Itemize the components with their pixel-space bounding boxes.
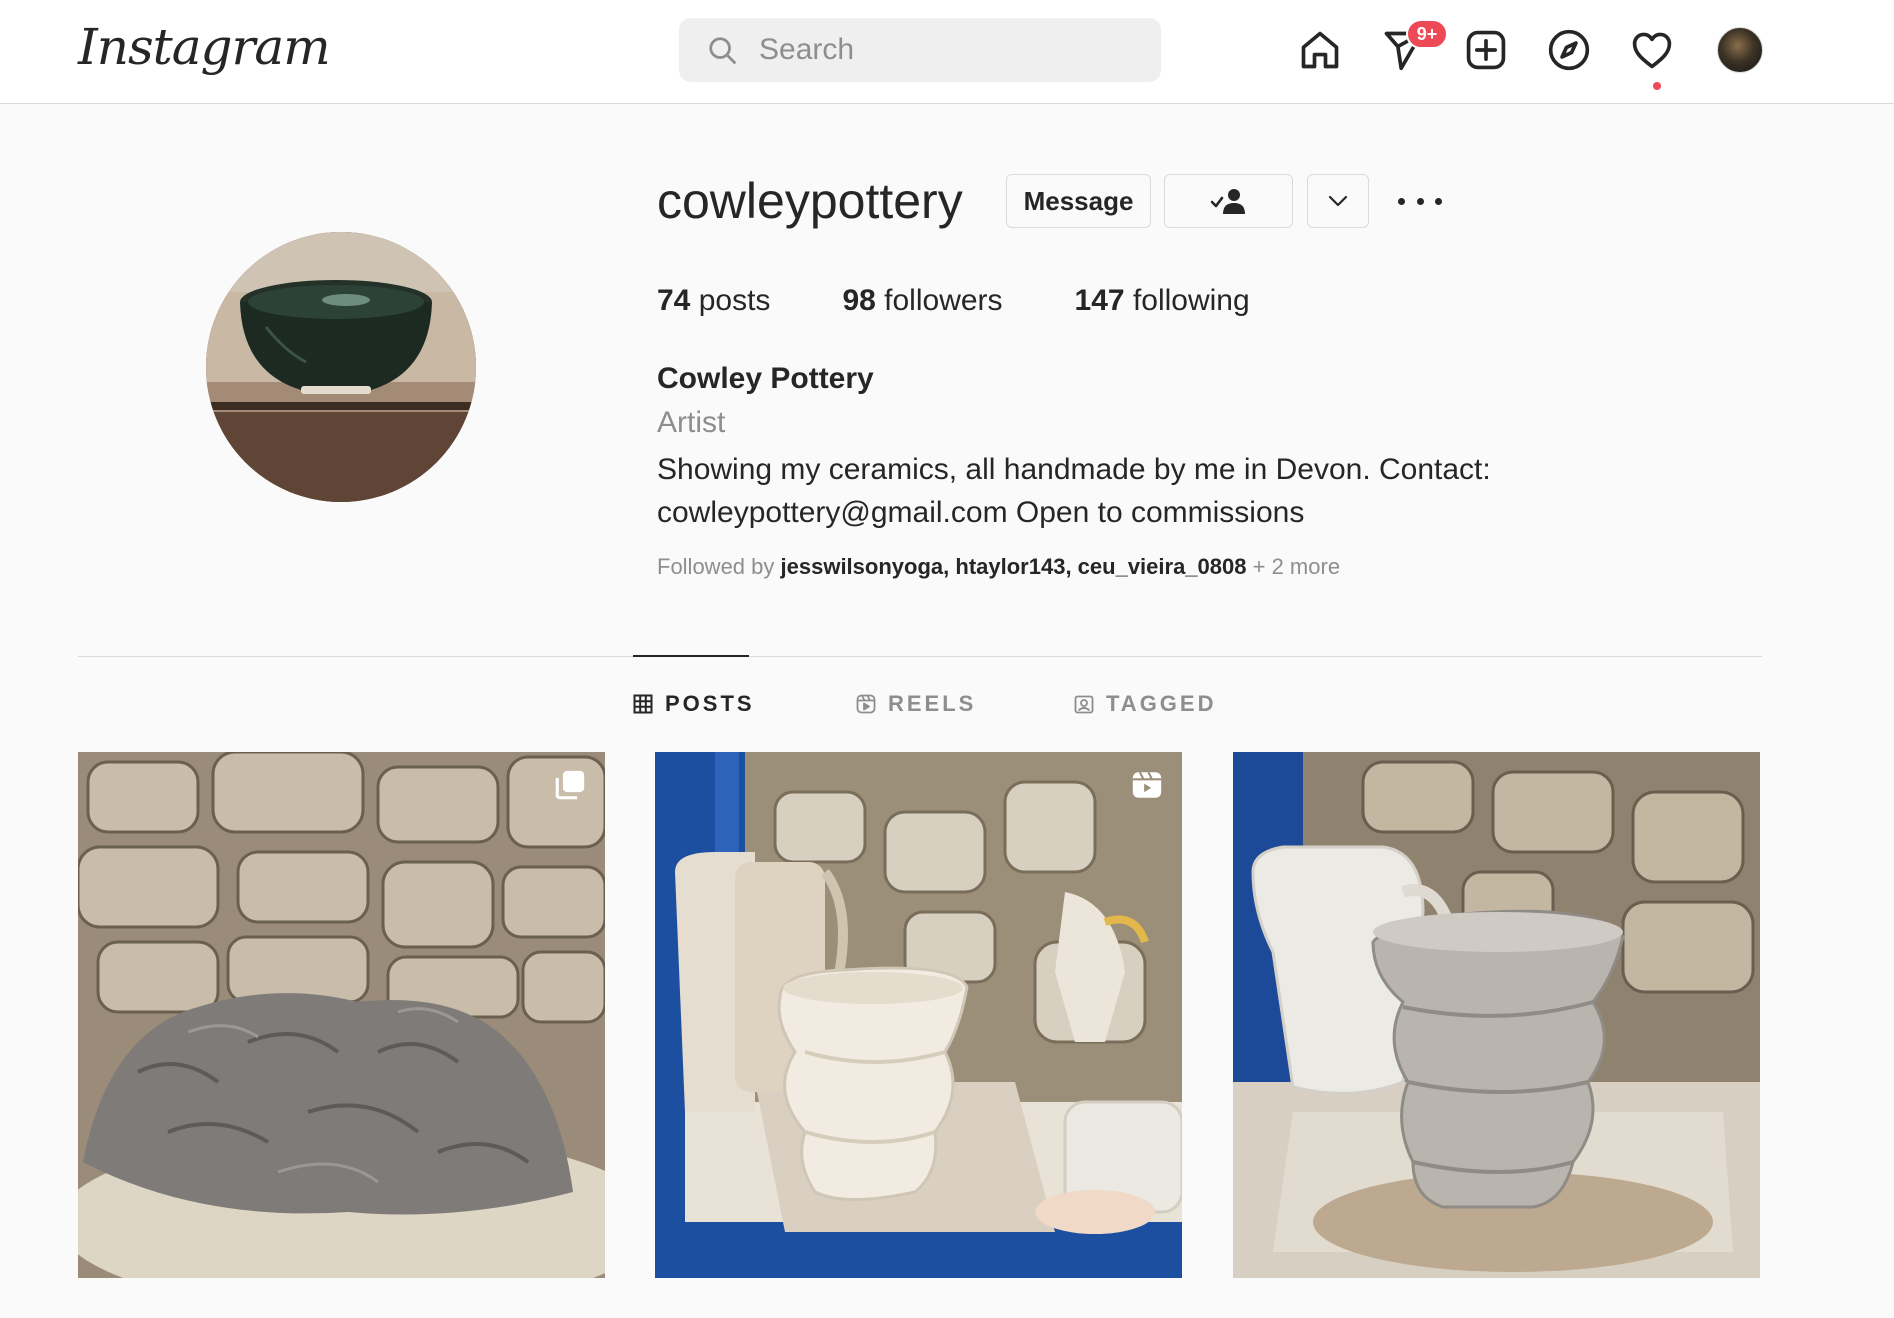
active-tab-indicator — [633, 655, 749, 657]
follower-link[interactable]: ceu_vieira_0808 — [1078, 554, 1247, 579]
following-count: 147 — [1074, 284, 1125, 317]
followed-by-more[interactable]: + 2 more — [1253, 554, 1340, 579]
user-following-icon — [1210, 189, 1245, 214]
explore-icon — [1548, 29, 1590, 71]
new-post-icon — [1466, 30, 1506, 70]
tab-label: TAGGED — [1106, 691, 1217, 716]
grey-vase-photo — [1233, 752, 1760, 1278]
posts-count: 74 — [657, 284, 691, 317]
search-input[interactable] — [759, 33, 1139, 67]
carousel-icon — [555, 770, 585, 800]
profile-username: cowleypottery — [657, 173, 963, 229]
message-button[interactable]: Message — [1006, 174, 1151, 228]
profile-bio: Showing my ceramics, all handmade by me … — [657, 448, 1557, 534]
following-stat[interactable]: 147 following — [1075, 284, 1250, 318]
bowl-photo — [206, 232, 476, 502]
search-icon — [709, 37, 736, 64]
bio-line: Showing my ceramics, all handmade by me … — [657, 453, 1491, 486]
more-options-icon[interactable] — [1398, 186, 1442, 216]
profile-full-name: Cowley Pottery — [657, 362, 874, 395]
notification-badge: 9+ — [1406, 19, 1448, 49]
grid-icon — [633, 694, 653, 714]
tab-label: REELS — [888, 691, 977, 716]
activity-button[interactable] — [1629, 27, 1675, 73]
tabs-divider — [78, 656, 1762, 657]
bio-line: cowleypottery@gmail.com Open to commissi… — [657, 496, 1305, 529]
profile-category: Artist — [657, 406, 726, 439]
chevron-down-icon — [1328, 195, 1348, 207]
activity-indicator-dot — [1653, 82, 1661, 90]
clay-mound-photo — [78, 752, 605, 1278]
reels-icon — [856, 694, 876, 714]
followers-stat[interactable]: 98 followers — [842, 284, 1002, 318]
activity-heart-icon — [1632, 32, 1672, 69]
tab-posts[interactable]: POSTS — [633, 688, 755, 720]
tab-tagged[interactable]: TAGGED — [1074, 688, 1216, 720]
search-box[interactable] — [679, 18, 1161, 82]
posts-stat: 74 posts — [657, 284, 770, 318]
tab-reels[interactable]: REELS — [856, 688, 976, 720]
top-navigation: Instagram 9+ — [0, 0, 1894, 104]
post-thumbnail[interactable] — [1233, 752, 1760, 1278]
follower-link[interactable]: htaylor143 — [955, 554, 1065, 579]
suggested-accounts-dropdown[interactable] — [1307, 174, 1369, 228]
profile-stats: 74 posts 98 followers 147 following — [657, 284, 1322, 318]
instagram-logo[interactable]: Instagram — [78, 18, 331, 76]
home-icon — [1301, 31, 1339, 69]
profile-avatar[interactable] — [1717, 27, 1763, 73]
tab-label: POSTS — [665, 691, 755, 716]
profile-picture[interactable] — [206, 232, 476, 502]
explore-button[interactable] — [1546, 27, 1592, 73]
tagged-icon — [1074, 695, 1094, 714]
followed-by[interactable]: Followed by jesswilsonyoga, htaylor143, … — [657, 554, 1340, 580]
new-post-button[interactable] — [1463, 27, 1509, 73]
followers-label: followers — [884, 284, 1003, 317]
follower-link[interactable]: jesswilsonyoga — [781, 554, 944, 579]
home-button[interactable] — [1297, 27, 1343, 73]
followed-by-prefix: Followed by — [657, 554, 781, 579]
following-label: following — [1132, 284, 1250, 317]
following-button[interactable] — [1164, 174, 1293, 228]
post-thumbnail[interactable] — [655, 752, 1182, 1278]
white-vase-photo — [655, 752, 1182, 1278]
followers-count: 98 — [842, 284, 876, 317]
post-thumbnail[interactable] — [78, 752, 605, 1278]
reel-icon — [1132, 771, 1162, 798]
posts-label: posts — [698, 284, 771, 317]
